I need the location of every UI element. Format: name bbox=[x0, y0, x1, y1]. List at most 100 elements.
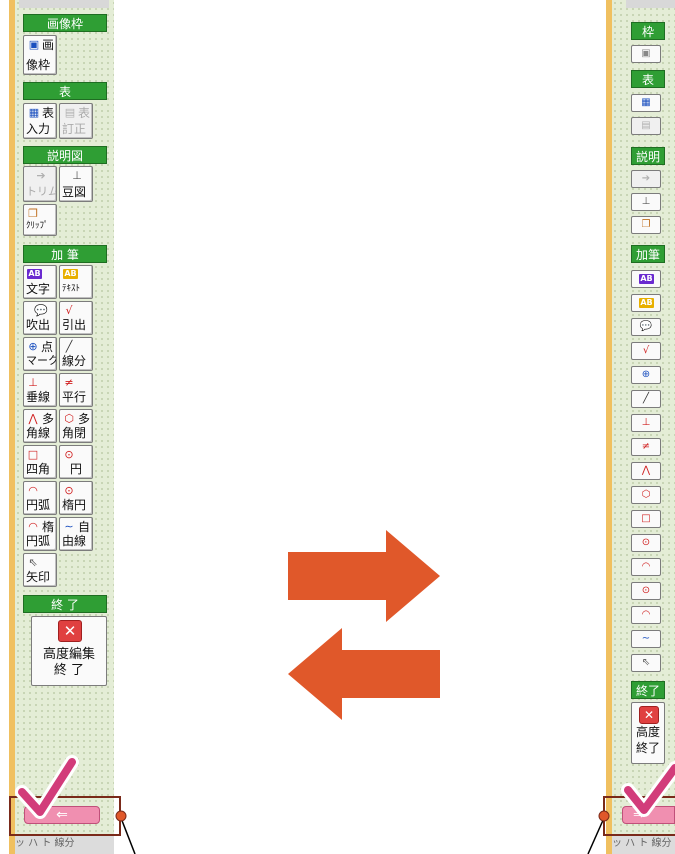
circle-button[interactable]: ⊙ bbox=[631, 534, 661, 552]
section-header-image-frame: 画像枠 bbox=[23, 14, 107, 32]
trim-button[interactable]: ➔ bbox=[631, 170, 661, 188]
rectangle-button[interactable]: □ 四角 bbox=[23, 445, 57, 479]
parallel-button[interactable]: ≠ 平行 bbox=[59, 373, 93, 407]
point-mark-button[interactable]: ⊕ bbox=[631, 366, 661, 384]
line-segment-button[interactable]: ╱ 線分 bbox=[59, 337, 93, 371]
table-icon: ▤ bbox=[64, 106, 76, 119]
arrow-cursor-icon: ⇖ bbox=[641, 657, 651, 668]
circle-button[interactable]: ⊙ 円 bbox=[59, 445, 93, 479]
section-header-end: 終了 bbox=[631, 681, 665, 699]
polyline-icon: ⋀ bbox=[28, 412, 38, 425]
bubble-icon: 💬 bbox=[639, 321, 653, 332]
section-header-table: 表 bbox=[631, 70, 665, 88]
arrow-button[interactable]: ⇖ bbox=[631, 654, 661, 672]
perpendicular-icon: ⊥ bbox=[28, 376, 38, 389]
close-icon: ✕ bbox=[58, 620, 82, 642]
bubble-icon: 💬 bbox=[34, 304, 48, 317]
leader-button[interactable]: √ 引出 bbox=[59, 301, 93, 335]
freehand-button[interactable]: ∼ 自 由線 bbox=[59, 517, 93, 551]
clip-icon: ❐ bbox=[641, 219, 651, 230]
text-button[interactable]: AB 文字 bbox=[23, 265, 57, 299]
elliptical-arc-icon: ◠ bbox=[641, 609, 651, 620]
elliptical-arc-button[interactable]: ◠ bbox=[631, 606, 661, 624]
text-box-button[interactable]: AB ﾃｷｽﾄ bbox=[59, 265, 93, 299]
elliptical-arc-icon: ◠ bbox=[28, 520, 38, 533]
ellipse-button[interactable]: ⊙ 楕円 bbox=[59, 481, 93, 515]
circle-icon: ⊙ bbox=[641, 537, 651, 548]
arc-icon: ◠ bbox=[641, 561, 651, 572]
section-header-explanation: 説明図 bbox=[23, 146, 107, 164]
polygon-icon: ⬡ bbox=[641, 489, 651, 500]
arrow-cursor-icon: ⇖ bbox=[28, 556, 38, 569]
rectangle-icon: □ bbox=[641, 513, 651, 524]
clip-button[interactable]: ❐ ｸﾘｯﾌﾟ bbox=[23, 204, 57, 236]
figure-icon: ⊥ bbox=[72, 169, 82, 182]
ellipse-button[interactable]: ⊙ bbox=[631, 582, 661, 600]
polyline-button[interactable]: ⋀ 多 角線 bbox=[23, 409, 57, 443]
section-header-explanation: 説明 bbox=[631, 147, 665, 165]
text-icon: AB bbox=[27, 269, 42, 279]
arc-button[interactable]: ◠ 円弧 bbox=[23, 481, 57, 515]
circle-icon: ⊙ bbox=[64, 448, 74, 461]
line-icon: ╱ bbox=[65, 340, 73, 353]
freehand-button[interactable]: ∼ bbox=[631, 630, 661, 648]
speech-bubble-button[interactable]: 💬 吹出 bbox=[23, 301, 57, 335]
ellipse-icon: ⊙ bbox=[641, 585, 651, 596]
text-icon: AB bbox=[63, 269, 78, 279]
polyline-button[interactable]: ⋀ bbox=[631, 462, 661, 480]
table-input-button[interactable]: ▦ 表 入力 bbox=[23, 103, 57, 139]
image-icon: ▣ bbox=[28, 38, 40, 51]
arrow-right-icon bbox=[288, 530, 440, 622]
section-header-end: 終 了 bbox=[23, 595, 107, 613]
text-icon: AB bbox=[639, 298, 654, 308]
leader-button[interactable]: √ bbox=[631, 342, 661, 360]
trim-icon: ➔ bbox=[641, 173, 651, 184]
table-icon: ▦ bbox=[641, 97, 651, 108]
parallel-icon: ≠ bbox=[64, 376, 74, 389]
parallel-button[interactable]: ≠ bbox=[631, 438, 661, 456]
callout-line-left bbox=[120, 817, 136, 854]
line-segment-button[interactable]: ╱ bbox=[631, 390, 661, 408]
text-box-button[interactable]: AB bbox=[631, 294, 661, 312]
text-button[interactable]: AB bbox=[631, 270, 661, 288]
table-correct-button[interactable]: ▤ bbox=[631, 117, 661, 135]
leader-icon: √ bbox=[642, 345, 650, 356]
speech-bubble-button[interactable]: 💬 bbox=[631, 318, 661, 336]
rectangle-button[interactable]: □ bbox=[631, 510, 661, 528]
perpendicular-icon: ⊥ bbox=[641, 417, 651, 428]
clip-button[interactable]: ❐ bbox=[631, 216, 661, 234]
trim-button[interactable]: ➔ トリム bbox=[23, 166, 57, 202]
table-correct-button[interactable]: ▤ 表 訂正 bbox=[59, 103, 93, 139]
freehand-icon: ∼ bbox=[641, 633, 651, 644]
image-icon: ▣ bbox=[641, 48, 651, 59]
end-advanced-edit-button[interactable]: ✕ 高度 終了 bbox=[631, 702, 665, 764]
point-icon: ⊕ bbox=[641, 369, 651, 380]
image-frame-button[interactable]: ▣ 画 像枠 bbox=[23, 35, 57, 75]
parallel-icon: ≠ bbox=[641, 441, 651, 452]
figure-icon: ⊥ bbox=[641, 196, 651, 207]
image-frame-button[interactable]: ▣ bbox=[631, 45, 661, 63]
section-header-frame: 枠 bbox=[631, 22, 665, 40]
perpendicular-button[interactable]: ⊥ 垂線 bbox=[23, 373, 57, 407]
expand-toggle-button[interactable]: ⇒ bbox=[622, 806, 675, 824]
table-input-button[interactable]: ▦ bbox=[631, 94, 661, 112]
perpendicular-button[interactable]: ⊥ bbox=[631, 414, 661, 432]
elliptical-arc-button[interactable]: ◠ 楕 円弧 bbox=[23, 517, 57, 551]
end-advanced-edit-button[interactable]: ✕ 高度編集 終 了 bbox=[31, 616, 107, 686]
arrow-button[interactable]: ⇖ 矢印 bbox=[23, 553, 57, 587]
callout-line-right bbox=[587, 817, 605, 854]
bean-figure-button[interactable]: ⊥ bbox=[631, 193, 661, 211]
left-bottom-strip: ッ ハ ト 線分 bbox=[15, 834, 114, 854]
trim-icon: ➔ bbox=[36, 169, 46, 182]
polygon-button[interactable]: ⬡ bbox=[631, 486, 661, 504]
arc-button[interactable]: ◠ bbox=[631, 558, 661, 576]
arc-icon: ◠ bbox=[28, 484, 38, 497]
point-mark-button[interactable]: ⊕ 点 マーク bbox=[23, 337, 57, 371]
collapse-toggle-button[interactable]: ⇐ bbox=[24, 806, 100, 824]
section-header-annotation: 加 筆 bbox=[23, 245, 107, 263]
bean-figure-button[interactable]: ⊥ 豆図 bbox=[59, 166, 93, 202]
section-header-annotation: 加筆 bbox=[631, 245, 665, 263]
right-bottom-strip: ッ ハ ト 線分 bbox=[612, 834, 675, 854]
polygon-button[interactable]: ⬡ 多 角閉 bbox=[59, 409, 93, 443]
panel-top-edge bbox=[626, 0, 675, 8]
